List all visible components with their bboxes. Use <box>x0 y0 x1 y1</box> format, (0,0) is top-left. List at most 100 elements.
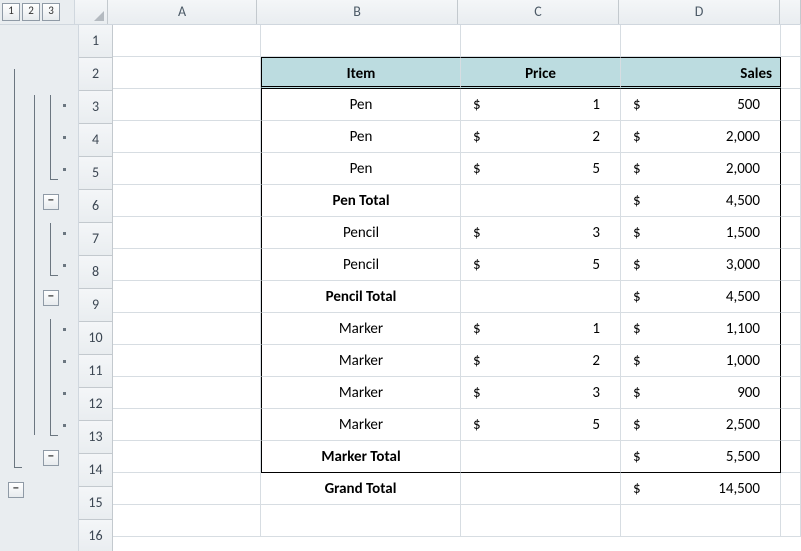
cell[interactable] <box>113 281 261 313</box>
cell-subtotal-value[interactable]: $4,500 <box>621 185 781 217</box>
row-header[interactable]: 8 <box>79 256 113 289</box>
select-all-corner[interactable] <box>75 0 108 24</box>
cell[interactable] <box>781 153 801 185</box>
cell[interactable] <box>113 217 261 249</box>
cell[interactable] <box>113 473 261 505</box>
col-header-D[interactable]: D <box>619 0 780 24</box>
cell-price[interactable]: $5 <box>461 409 621 441</box>
header-sales[interactable]: Sales <box>621 57 781 89</box>
cell[interactable] <box>781 409 801 441</box>
row-header[interactable]: 14 <box>79 454 113 487</box>
cell[interactable] <box>461 281 621 313</box>
cell-price[interactable]: $3 <box>461 377 621 409</box>
row-header[interactable]: 5 <box>79 157 113 190</box>
outline-collapse-level1[interactable]: − <box>8 482 24 498</box>
cell-subtotal-value[interactable]: $4,500 <box>621 281 781 313</box>
cell-item[interactable]: Marker <box>261 409 461 441</box>
cell-item[interactable]: Pen <box>261 153 461 185</box>
cell-sales[interactable]: $1,100 <box>621 313 781 345</box>
cell-price[interactable]: $5 <box>461 153 621 185</box>
cell-subtotal-value[interactable]: $5,500 <box>621 441 781 473</box>
cell[interactable] <box>261 505 461 537</box>
cell[interactable] <box>113 249 261 281</box>
outline-collapse-pencil[interactable]: − <box>43 290 59 306</box>
cell-grand-total-label[interactable]: Grand Total <box>261 473 461 505</box>
cell[interactable] <box>461 505 621 537</box>
cell-sales[interactable]: $1,000 <box>621 345 781 377</box>
row-header[interactable]: 12 <box>79 388 113 421</box>
cell[interactable] <box>113 25 261 57</box>
col-header-C[interactable]: C <box>458 0 619 24</box>
outline-level-3-button[interactable]: 3 <box>42 3 60 21</box>
cell-price[interactable]: $2 <box>461 345 621 377</box>
cell[interactable] <box>781 281 801 313</box>
cell-item[interactable]: Marker <box>261 313 461 345</box>
cell-sales[interactable]: $900 <box>621 377 781 409</box>
cell[interactable] <box>113 185 261 217</box>
cell[interactable] <box>113 409 261 441</box>
cell-subtotal-label[interactable]: Marker Total <box>261 441 461 473</box>
cell-price[interactable]: $1 <box>461 89 621 121</box>
cell[interactable] <box>781 185 801 217</box>
row-header[interactable]: 9 <box>79 289 113 322</box>
outline-level-1-button[interactable]: 1 <box>2 3 20 21</box>
cell-sales[interactable]: $3,000 <box>621 249 781 281</box>
cell-item[interactable]: Pencil <box>261 249 461 281</box>
row-header[interactable]: 2 <box>79 58 113 91</box>
cell[interactable] <box>781 249 801 281</box>
cell[interactable] <box>113 121 261 153</box>
cell-item[interactable]: Pen <box>261 121 461 153</box>
row-header[interactable]: 10 <box>79 322 113 355</box>
cell[interactable] <box>113 89 261 121</box>
cell[interactable] <box>113 441 261 473</box>
cell-subtotal-label[interactable]: Pen Total <box>261 185 461 217</box>
outline-collapse-pen[interactable]: − <box>43 194 59 210</box>
cell[interactable] <box>781 377 801 409</box>
outline-collapse-marker[interactable]: − <box>43 450 59 466</box>
cell-sales[interactable]: $2,000 <box>621 153 781 185</box>
cell-price[interactable]: $5 <box>461 249 621 281</box>
row-header[interactable]: 16 <box>79 520 113 551</box>
cell-sales[interactable]: $500 <box>621 89 781 121</box>
cell[interactable] <box>113 313 261 345</box>
outline-level-2-button[interactable]: 2 <box>22 3 40 21</box>
cell[interactable] <box>781 121 801 153</box>
cell[interactable] <box>781 89 801 121</box>
cell[interactable] <box>621 505 781 537</box>
cell[interactable] <box>781 313 801 345</box>
cell[interactable] <box>781 217 801 249</box>
cell[interactable] <box>461 185 621 217</box>
col-header-extra[interactable] <box>780 0 801 24</box>
cell-item[interactable]: Pen <box>261 89 461 121</box>
row-header[interactable]: 13 <box>79 421 113 454</box>
cell-item[interactable]: Marker <box>261 377 461 409</box>
cell[interactable] <box>781 505 801 537</box>
row-header[interactable]: 6 <box>79 190 113 223</box>
cell[interactable] <box>461 25 621 57</box>
cell[interactable] <box>113 153 261 185</box>
cell-price[interactable]: $1 <box>461 313 621 345</box>
cell-item[interactable]: Pencil <box>261 217 461 249</box>
header-item[interactable]: Item <box>261 57 461 89</box>
cell[interactable] <box>113 505 261 537</box>
cell-subtotal-label[interactable]: Pencil Total <box>261 281 461 313</box>
cell[interactable] <box>781 473 801 505</box>
cell[interactable] <box>261 25 461 57</box>
row-header[interactable]: 1 <box>79 25 113 58</box>
cell-grand-total-value[interactable]: $14,500 <box>621 473 781 505</box>
cell[interactable] <box>113 57 261 89</box>
row-header[interactable]: 11 <box>79 355 113 388</box>
cell-sales[interactable]: $2,500 <box>621 409 781 441</box>
col-header-B[interactable]: B <box>257 0 458 24</box>
cell[interactable] <box>113 377 261 409</box>
row-header[interactable]: 7 <box>79 223 113 256</box>
cell-sales[interactable]: $2,000 <box>621 121 781 153</box>
cell[interactable] <box>113 345 261 377</box>
cell-item[interactable]: Marker <box>261 345 461 377</box>
cell[interactable] <box>781 57 801 89</box>
row-header[interactable]: 4 <box>79 124 113 157</box>
cell-price[interactable]: $2 <box>461 121 621 153</box>
header-price[interactable]: Price <box>461 57 621 89</box>
cell[interactable] <box>781 345 801 377</box>
col-header-A[interactable]: A <box>108 0 257 24</box>
